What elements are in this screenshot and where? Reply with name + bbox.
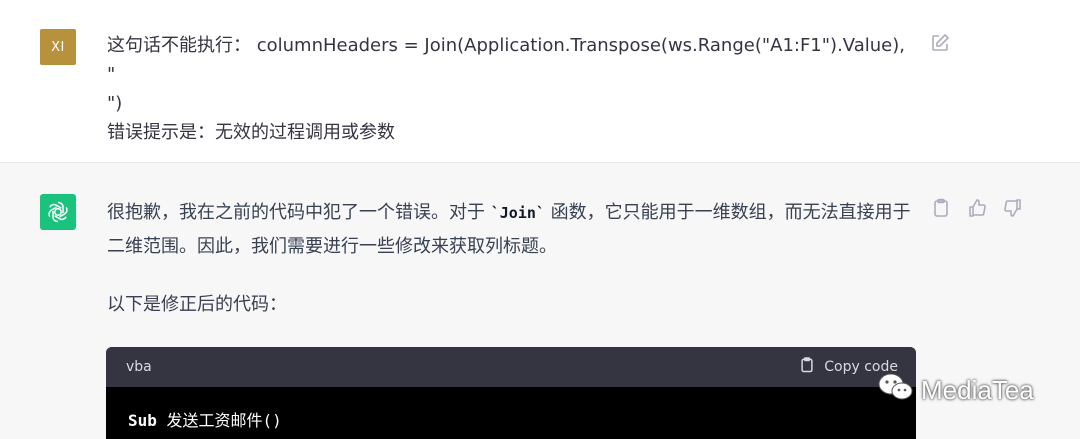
assistant-paragraph: 很抱歉，我在之前的代码中犯了一个错误。对于 `Join` 函数，它只能用于一维数… bbox=[107, 196, 919, 263]
clipboard-icon bbox=[798, 356, 816, 378]
user-message-line: 这句话不能执行： columnHeaders = Join(Applicatio… bbox=[107, 35, 905, 85]
assistant-message-text: 很抱歉，我在之前的代码中犯了一个错误。对于 `Join` 函数，它只能用于一维数… bbox=[107, 196, 919, 263]
code-header: vba Copy code bbox=[106, 347, 916, 387]
user-avatar-initials: XI bbox=[51, 39, 65, 55]
thumbs-down-icon[interactable] bbox=[1002, 197, 1024, 219]
assistant-paragraph: 以下是修正后的代码： bbox=[107, 294, 287, 315]
code-text: 发送工资邮件() bbox=[156, 411, 282, 430]
openai-logo-icon bbox=[40, 194, 76, 230]
user-message-line: 错误提示是：无效的过程调用或参数 bbox=[107, 122, 395, 143]
user-message-row: XI 这句话不能执行： columnHeaders = Join(Applica… bbox=[0, 0, 1080, 163]
clipboard-icon[interactable] bbox=[930, 197, 952, 219]
user-message-text: 这句话不能执行： columnHeaders = Join(Applicatio… bbox=[107, 31, 907, 147]
assistant-text: 很抱歉，我在之前的代码中犯了一个错误。对于 bbox=[107, 202, 491, 223]
code-language: vba bbox=[126, 359, 152, 375]
watermark-text: MediaTea bbox=[921, 375, 1034, 405]
edit-icon[interactable] bbox=[930, 33, 950, 53]
message-actions bbox=[930, 197, 1024, 219]
code-block: vba Copy code Sub 发送工资邮件() bbox=[106, 347, 916, 439]
watermark: MediaTea bbox=[877, 372, 1034, 409]
user-avatar: XI bbox=[40, 29, 76, 65]
inline-code: `Join` bbox=[490, 204, 545, 222]
code-content: Sub 发送工资邮件() bbox=[106, 387, 916, 439]
code-keyword: Sub bbox=[128, 411, 157, 430]
thumbs-up-icon[interactable] bbox=[966, 197, 988, 219]
user-message-line: ") bbox=[107, 93, 123, 114]
wechat-icon bbox=[877, 372, 915, 409]
